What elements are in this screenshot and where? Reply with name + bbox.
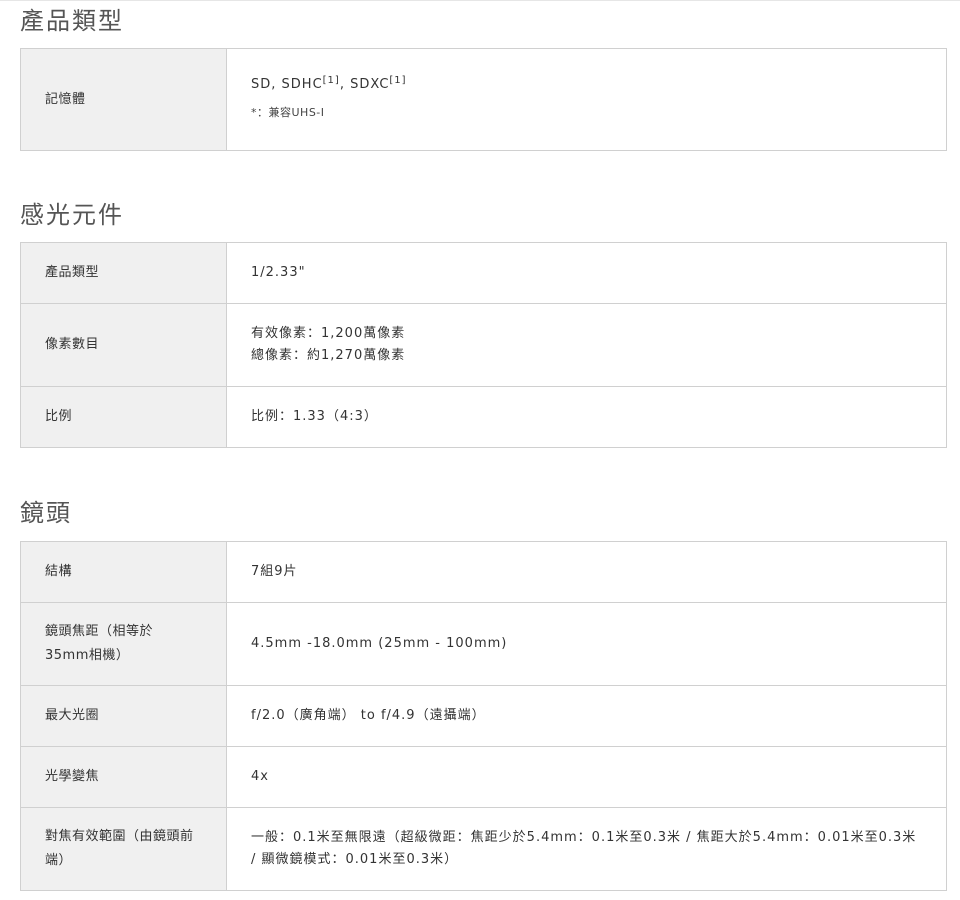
spec-table-lens: 結構 7組9片 鏡頭焦距（相等於35mm相機） 4.5mm -18.0mm (2… [20, 541, 947, 891]
table-row: 最大光圈 f/2.0（廣角端） to f/4.9（遠攝端） [20, 685, 947, 747]
section-title-sensor: 感光元件 [20, 201, 124, 229]
row-label: 鏡頭焦距（相等於35mm相機） [20, 602, 227, 686]
value-text: SD, SDHC [251, 76, 323, 92]
footnote-ref: [1] [322, 74, 340, 86]
spec-page: 產品類型 記憶體 SD, SDHC[1], SDXC[1] *：兼容UHS-I … [0, 0, 960, 900]
table-row: 對焦有效範圍（由鏡頭前端） 一般：0.1米至無限遠（超級微距：焦距少於5.4mm… [20, 807, 947, 891]
row-label: 像素數目 [20, 303, 227, 387]
top-divider [0, 0, 960, 1]
total-pixels: 總像素：約1,270萬像素 [251, 348, 406, 363]
table-row: 鏡頭焦距（相等於35mm相機） 4.5mm -18.0mm (25mm - 10… [20, 602, 947, 686]
row-value: 比例：1.33（4:3） [226, 386, 947, 448]
row-label: 記憶體 [20, 48, 227, 151]
footnote-ref: [1] [389, 74, 407, 86]
row-value: 4x [226, 746, 947, 808]
section-title-lens: 鏡頭 [20, 499, 72, 527]
memory-card-types: SD, SDHC[1], SDXC[1] [251, 74, 918, 94]
row-label: 比例 [20, 386, 227, 448]
row-value: 4.5mm -18.0mm (25mm - 100mm) [226, 602, 947, 686]
effective-pixels: 有效像素：1,200萬像素 [251, 326, 406, 341]
row-value: 一般：0.1米至無限遠（超級微距：焦距少於5.4mm：0.1米至0.3米 / 焦… [226, 807, 947, 891]
table-row: 記憶體 SD, SDHC[1], SDXC[1] *：兼容UHS-I [20, 48, 947, 151]
row-value: 1/2.33" [226, 242, 947, 304]
row-label: 光學變焦 [20, 746, 227, 808]
spec-table-sensor: 產品類型 1/2.33" 像素數目 有效像素：1,200萬像素 總像素：約1,2… [20, 242, 947, 448]
value-text: , SDXC [339, 76, 390, 92]
spec-table-storage: 記憶體 SD, SDHC[1], SDXC[1] *：兼容UHS-I [20, 48, 947, 151]
table-row: 比例 比例：1.33（4:3） [20, 386, 947, 448]
row-value: f/2.0（廣角端） to f/4.9（遠攝端） [226, 685, 947, 747]
table-row: 結構 7組9片 [20, 541, 947, 603]
row-value: SD, SDHC[1], SDXC[1] *：兼容UHS-I [226, 48, 947, 151]
row-label: 對焦有效範圍（由鏡頭前端） [20, 807, 227, 891]
table-row: 像素數目 有效像素：1,200萬像素 總像素：約1,270萬像素 [20, 303, 947, 387]
uhs-note: *：兼容UHS-I [251, 105, 325, 119]
table-row: 產品類型 1/2.33" [20, 242, 947, 304]
row-value: 7組9片 [226, 541, 947, 603]
row-value: 有效像素：1,200萬像素 總像素：約1,270萬像素 [226, 303, 947, 387]
section-title-storage: 產品類型 [20, 7, 124, 35]
row-label: 結構 [20, 541, 227, 603]
row-label: 最大光圈 [20, 685, 227, 747]
table-row: 光學變焦 4x [20, 746, 947, 808]
row-label: 產品類型 [20, 242, 227, 304]
